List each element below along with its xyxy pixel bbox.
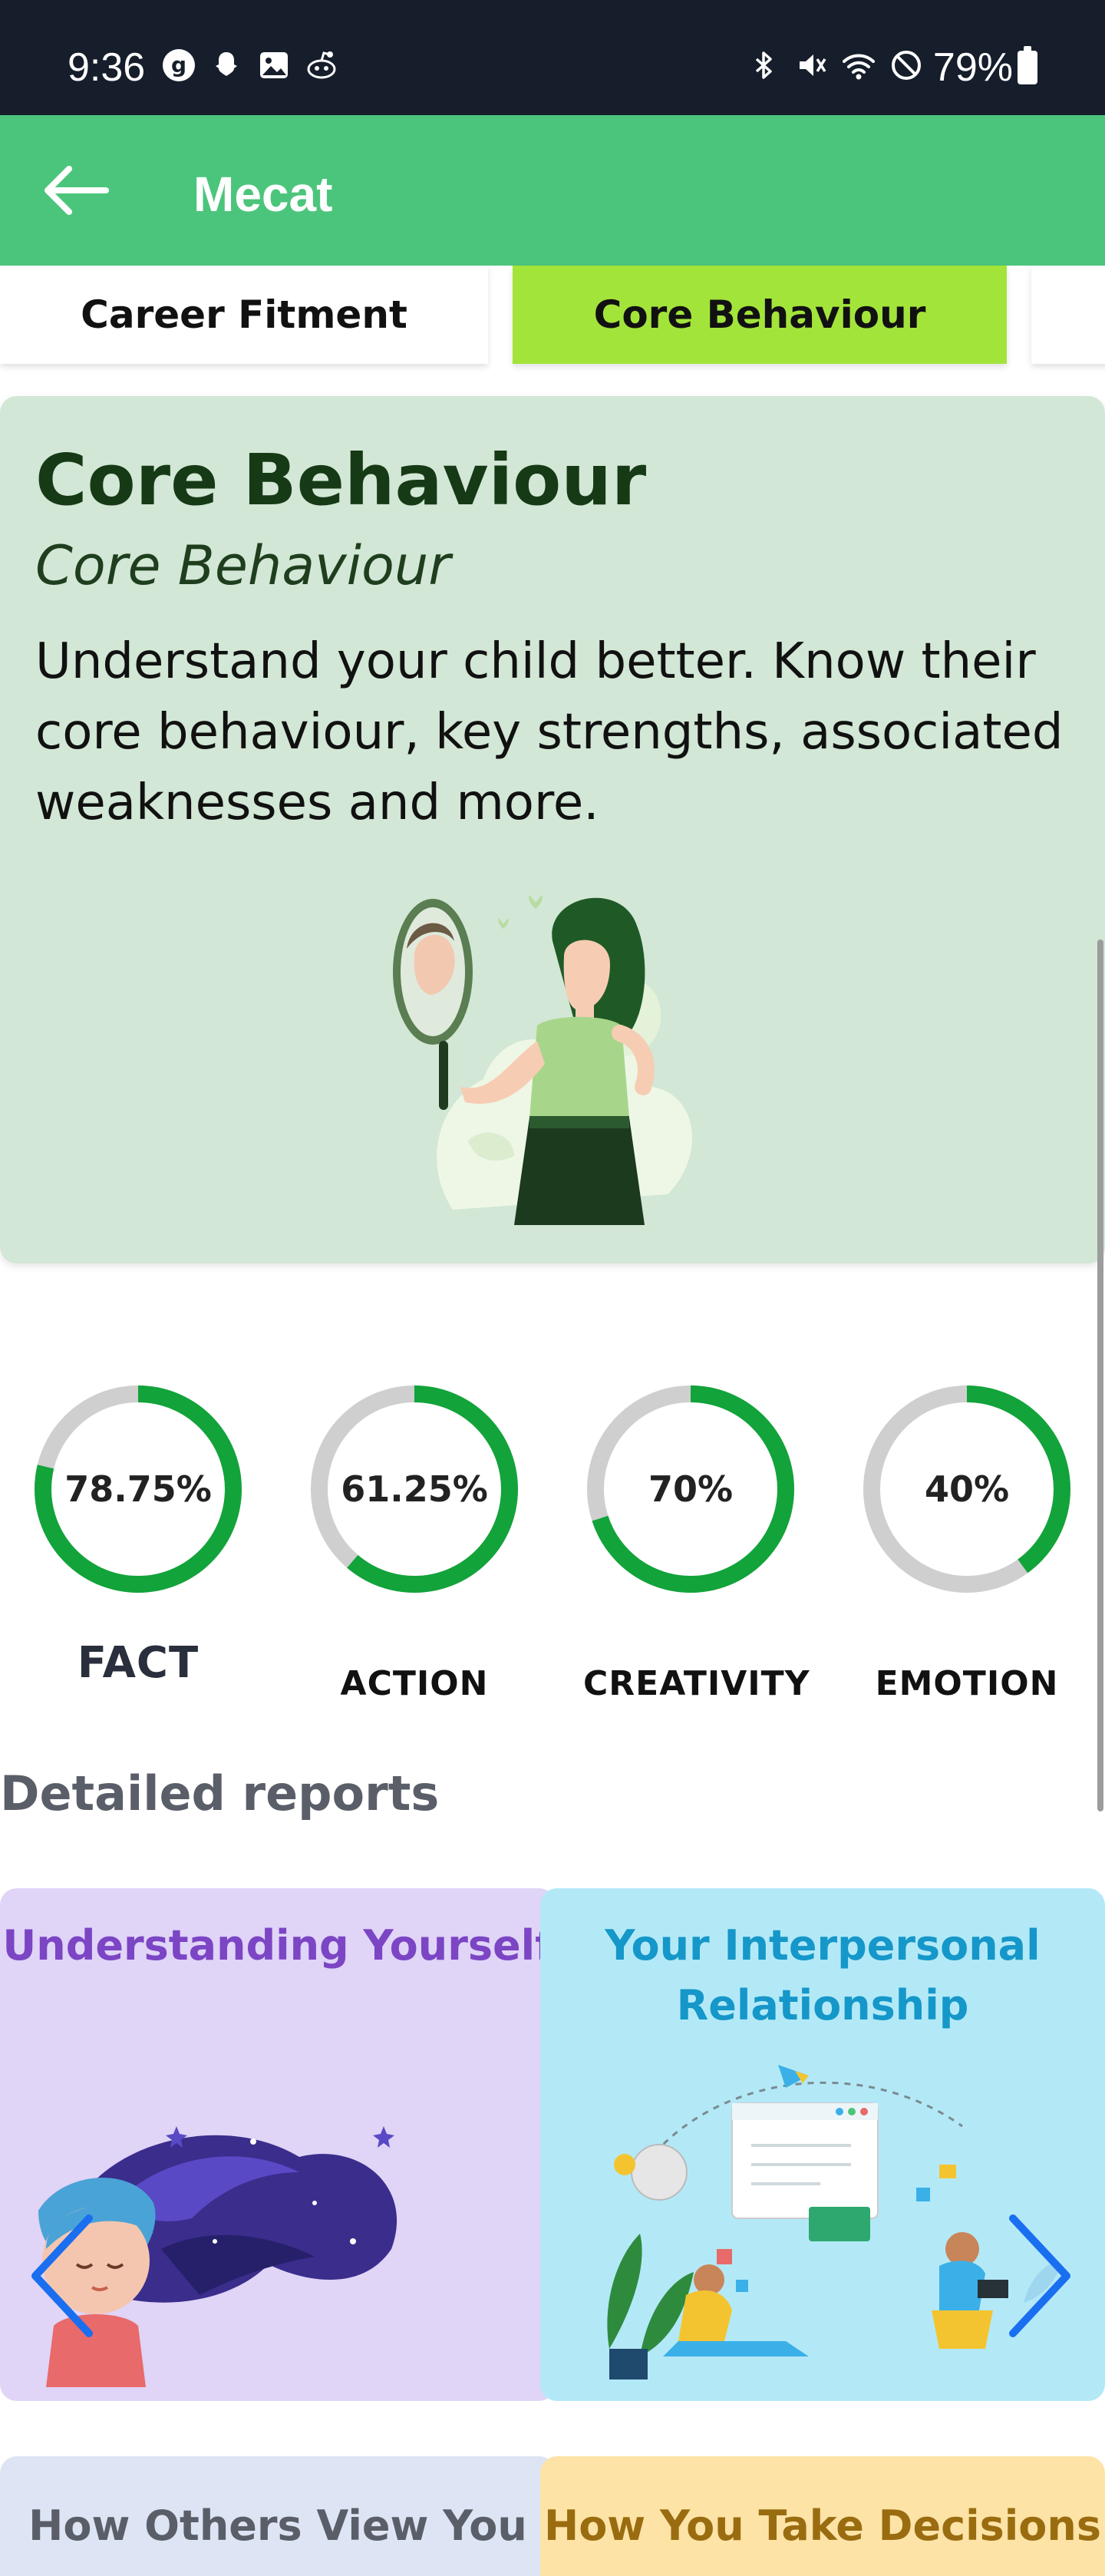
score-value: 40% [924, 1468, 1010, 1510]
tab-bar: Career Fitment Core Behaviour [0, 266, 1105, 365]
score-fact: 78.75% FACT [31, 1382, 246, 1688]
carousel-prev-button[interactable] [20, 2203, 104, 2349]
arrow-left-icon [45, 166, 109, 215]
snapchat-icon [209, 48, 244, 83]
gallery-icon [256, 48, 292, 83]
battery-status: 79% [933, 45, 1037, 91]
bluetooth-icon [746, 48, 781, 83]
do-not-disturb-icon [889, 48, 924, 83]
woman-with-mirror-illustration [393, 895, 693, 1225]
score-action: 61.25% ACTION [307, 1382, 522, 1703]
tab-next[interactable] [1031, 266, 1105, 364]
detailed-reports-heading: Detailed reports [0, 1765, 440, 1821]
report-card-how-you-take-decisions[interactable]: How You Take Decisions [540, 2456, 1105, 2576]
system-icons [746, 48, 924, 83]
chevron-left-icon [31, 2214, 93, 2337]
g-app-icon: g [161, 48, 196, 83]
back-button[interactable] [37, 154, 114, 227]
score-label: CREATIVITY [583, 1664, 810, 1703]
score-value: 78.75% [64, 1468, 212, 1510]
chevron-right-icon [1009, 2214, 1070, 2337]
tab-career-fitment[interactable]: Career Fitment [0, 266, 488, 364]
report-card-title: Your Interpersonal Relationship [605, 1921, 1041, 2029]
score-value: 70% [648, 1468, 734, 1510]
tab-core-behaviour[interactable]: Core Behaviour [513, 266, 1007, 364]
reddit-icon [304, 48, 339, 83]
report-card-how-others-view-you[interactable]: How Others View You [0, 2456, 556, 2576]
score-label: ACTION [340, 1664, 489, 1703]
battery-percent: 79% [932, 45, 1013, 90]
status-bar: 9:36 g 79% [0, 0, 1105, 115]
svg-text:g: g [171, 52, 186, 78]
report-card-title: How You Take Decisions [544, 2502, 1101, 2550]
card-description: Understand your child better. Know their… [35, 633, 1064, 831]
carousel-next-button[interactable] [998, 2203, 1082, 2349]
battery-icon [1018, 46, 1037, 84]
mute-icon [793, 48, 829, 83]
app-title: Mecat [193, 167, 333, 222]
score-value: 61.25% [341, 1468, 488, 1510]
report-card-title: How Others View You [28, 2502, 527, 2550]
wifi-icon [841, 48, 876, 83]
score-label: EMOTION [875, 1664, 1059, 1703]
score-label: FACT [77, 1638, 200, 1688]
score-rings: 78.75% FACT 61.25% ACTION 70% CREATIVITY… [0, 1382, 1105, 1704]
app-bar: Mecat [0, 115, 1105, 266]
card-title: Core Behaviour [35, 439, 647, 521]
core-behaviour-card: Core Behaviour Core Behaviour Understand… [0, 396, 1105, 1263]
score-creativity: 70% CREATIVITY [583, 1382, 810, 1703]
score-emotion: 40% EMOTION [859, 1382, 1074, 1703]
status-time: 9:36 [68, 45, 146, 90]
card-subtitle: Core Behaviour [35, 534, 450, 597]
notification-icons: g [161, 48, 339, 83]
report-card-title: Understanding Yourself [2, 1921, 553, 1970]
